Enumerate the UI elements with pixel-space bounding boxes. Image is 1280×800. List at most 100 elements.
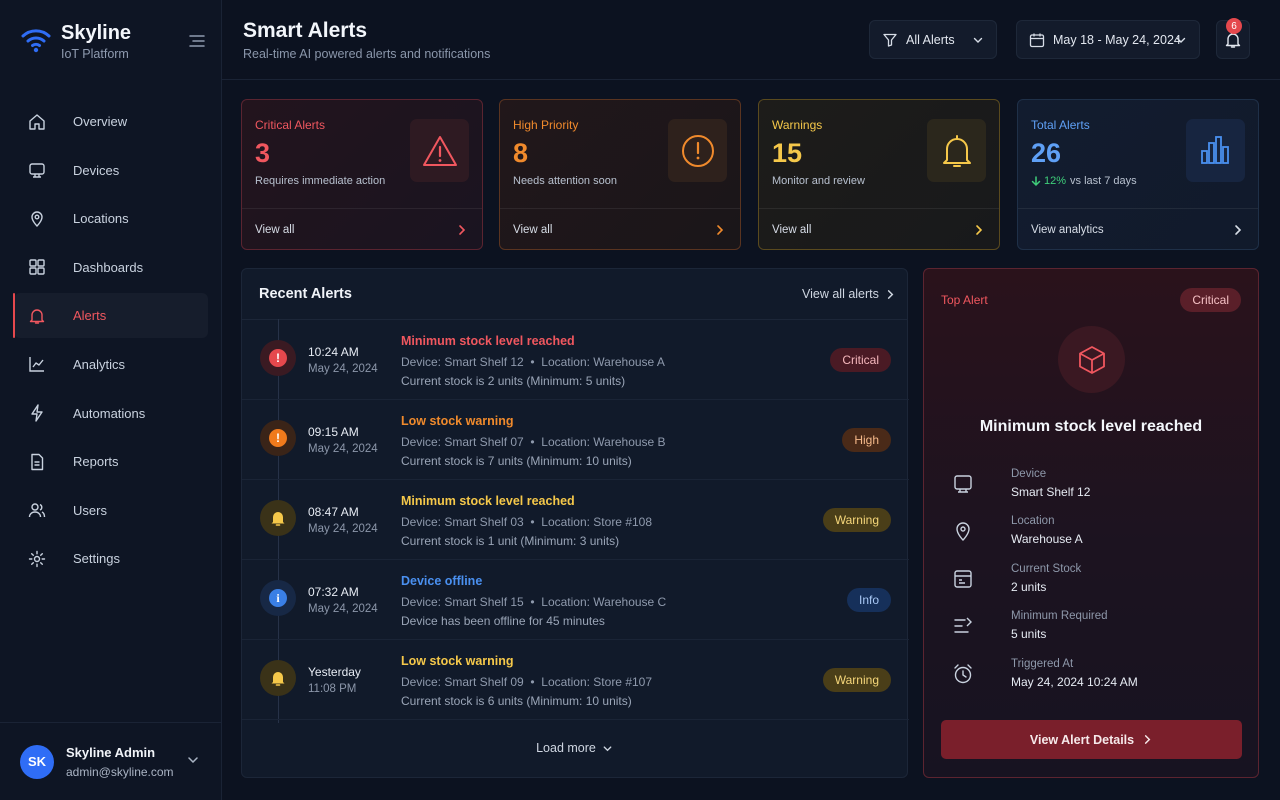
alert-date: May 24, 2024: [308, 523, 378, 535]
alert-title: Device offline: [401, 574, 483, 588]
warnings-card: Warnings 15 Monitor and review View all: [758, 99, 1000, 250]
collapse-menu-icon[interactable]: [188, 32, 206, 50]
alert-row[interactable]: ! 09:15 AM May 24, 2024 Low stock warnin…: [242, 400, 909, 480]
chevron-down-icon[interactable]: [186, 753, 200, 767]
sidebar-item-devices[interactable]: Devices: [14, 148, 208, 193]
high-status-icon: !: [260, 420, 296, 456]
sidebar: Skyline IoT Platform Overview Devices Lo…: [0, 0, 222, 800]
sidebar-item-label: Automations: [73, 405, 146, 421]
card-label: Total Alerts: [1031, 118, 1090, 132]
card-footer-label: View all: [513, 223, 553, 236]
detail-key: Device: [1011, 468, 1047, 480]
critical-status-icon: !: [260, 340, 296, 376]
alert-date: May 24, 2024: [308, 363, 378, 375]
view-all-warnings-link[interactable]: View all: [759, 208, 999, 250]
detail-key: Triggered At: [1011, 658, 1074, 670]
sidebar-item-settings[interactable]: Settings: [14, 536, 208, 581]
user-name: Skyline Admin: [66, 744, 156, 760]
chevron-right-icon: [887, 289, 894, 299]
notification-count-badge: 6: [1226, 18, 1242, 34]
alert-detail: Current stock is 6 units (Minimum: 10 un…: [401, 694, 632, 708]
alert-row[interactable]: i 07:32 AM May 24, 2024 Device offline D…: [242, 560, 909, 640]
inventory-icon: [954, 570, 972, 588]
sidebar-item-overview[interactable]: Overview: [14, 99, 208, 144]
sidebar-item-label: Locations: [73, 211, 129, 227]
user-profile[interactable]: SK Skyline Admin admin@skyline.com: [0, 722, 222, 800]
severity-badge: Warning: [822, 508, 891, 532]
alert-detail: Current stock is 7 units (Minimum: 10 un…: [401, 454, 632, 468]
severity-badge: Info: [846, 588, 891, 612]
detail-location: Location Warehouse A: [952, 515, 1242, 555]
view-all-alerts-link[interactable]: View all alerts: [802, 287, 896, 301]
card-value: 26: [1031, 138, 1062, 168]
view-all-critical-link[interactable]: View all: [242, 208, 482, 250]
gear-icon: [28, 550, 46, 568]
alert-location: Location: Store #107: [541, 675, 653, 689]
top-alert-title: Minimum stock level reached: [979, 418, 1203, 435]
warning-status-icon: [260, 500, 296, 536]
trend-percent: 12%: [1044, 175, 1067, 187]
page-title: Smart Alerts: [243, 19, 368, 42]
chevron-down-icon: [603, 745, 612, 751]
bell-icon: [29, 309, 45, 324]
detail-current-stock: Current Stock 2 units: [952, 563, 1242, 603]
sidebar-item-label: Devices: [73, 162, 120, 178]
brand-subtitle: IoT Platform: [61, 47, 129, 61]
calendar-icon: [1029, 33, 1045, 47]
alert-time: 08:47 AM: [308, 505, 359, 519]
chevron-down-icon: [1176, 37, 1186, 43]
alert-device: Device: Smart Shelf 15: [401, 595, 524, 609]
critical-alerts-card: Critical Alerts 3 Requires immediate act…: [241, 99, 483, 250]
date-range-label: May 18 - May 24, 2024: [1053, 32, 1181, 47]
card-icon-box: [1186, 119, 1245, 182]
detail-key: Current Stock: [1011, 563, 1082, 575]
view-analytics-link[interactable]: View analytics: [1018, 208, 1258, 250]
view-all-high-link[interactable]: View all: [500, 208, 740, 250]
map-pin-icon: [31, 211, 43, 227]
card-value: 8: [513, 138, 529, 168]
high-priority-card: High Priority 8 Needs attention soon Vie…: [499, 99, 741, 250]
sidebar-item-analytics[interactable]: Analytics: [14, 342, 208, 387]
document-icon: [31, 453, 44, 470]
alert-filter-dropdown[interactable]: All Alerts: [869, 20, 997, 59]
alert-time: 10:24 AM: [308, 345, 359, 359]
sidebar-item-label: Reports: [73, 454, 119, 470]
alert-device: Device: Smart Shelf 09: [401, 675, 524, 689]
chevron-right-icon: [976, 225, 983, 235]
load-more-label: Load more: [536, 741, 596, 755]
sidebar-item-automations[interactable]: Automations: [14, 391, 208, 436]
load-more-button[interactable]: Load more: [242, 741, 907, 755]
users-icon: [28, 503, 46, 518]
sidebar-item-dashboards[interactable]: Dashboards: [14, 245, 208, 290]
alert-row[interactable]: Yesterday 11:08 PM Low stock warning Dev…: [242, 640, 909, 720]
sidebar-item-users[interactable]: Users: [14, 488, 208, 533]
brand[interactable]: Skyline IoT Platform: [20, 22, 131, 61]
arrow-down-icon: [1031, 175, 1041, 186]
detail-key: Location: [1011, 515, 1055, 527]
sidebar-item-reports[interactable]: Reports: [14, 439, 208, 484]
brand-title: Skyline: [61, 22, 132, 44]
package-cube-icon: [1078, 345, 1105, 374]
alert-title: Minimum stock level reached: [401, 334, 575, 348]
detail-value: Warehouse A: [1011, 532, 1083, 546]
alert-time: Yesterday: [308, 665, 361, 679]
filter-label: All Alerts: [906, 32, 955, 47]
bar-chart-icon: [1200, 135, 1229, 164]
card-description: 12% vs last 7 days: [1031, 175, 1137, 187]
severity-badge: Critical: [830, 348, 891, 372]
card-icon-box: [927, 119, 986, 182]
alert-device: Device: Smart Shelf 12: [401, 355, 524, 369]
alert-row[interactable]: 08:47 AM May 24, 2024 Minimum stock leve…: [242, 480, 909, 560]
sidebar-item-locations[interactable]: Locations: [14, 196, 208, 241]
detail-device: Device Smart Shelf 12: [952, 468, 1242, 508]
alert-date: May 24, 2024: [308, 603, 378, 615]
detail-value: Smart Shelf 12: [1011, 485, 1091, 499]
exclamation-circle-icon: [681, 134, 714, 167]
sidebar-item-alerts[interactable]: Alerts: [13, 293, 208, 339]
card-label: Critical Alerts: [255, 118, 326, 132]
view-alert-details-button[interactable]: View Alert Details: [941, 720, 1242, 759]
sidebar-item-label: Settings: [73, 551, 120, 567]
chevron-down-icon: [973, 37, 983, 43]
date-range-picker[interactable]: May 18 - May 24, 2024: [1016, 20, 1200, 59]
alert-row[interactable]: ! 10:24 AM May 24, 2024 Minimum stock le…: [242, 320, 909, 400]
